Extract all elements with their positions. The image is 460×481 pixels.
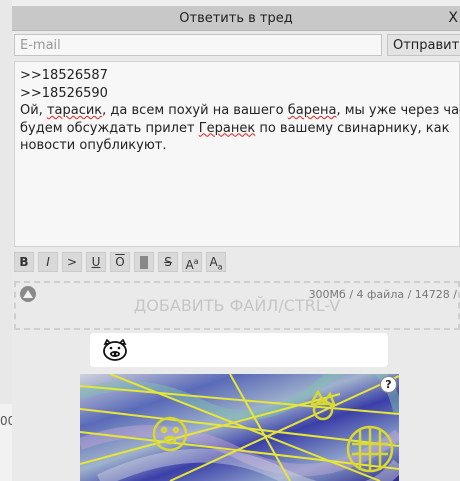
superscript-glyph: Aa — [185, 257, 199, 272]
message-line: >>18526587 — [20, 68, 108, 83]
spellcheck-word: барена — [287, 103, 337, 118]
underline-button[interactable]: U — [86, 252, 106, 272]
message-line: будем обсуждать прилет Геранек по вашему… — [20, 120, 450, 136]
spoiler-button[interactable] — [134, 252, 154, 272]
message-text: >>18526587 >>18526590 Ой, тарасик, да вс… — [20, 67, 460, 155]
italic-button[interactable]: I — [38, 252, 58, 272]
quote-button[interactable]: > — [62, 252, 82, 272]
overline-button[interactable]: O — [110, 252, 130, 272]
subscript-glyph: Aa — [209, 255, 223, 272]
bold-button[interactable]: B — [14, 252, 34, 272]
captcha-emoji-bar[interactable] — [90, 333, 388, 367]
message-line: >>18526590 — [20, 85, 108, 101]
message-line: новости опубликуют. — [20, 138, 167, 153]
send-button[interactable]: Отправить — [387, 34, 460, 56]
reply-form-title: Ответить в тред — [179, 11, 293, 26]
file-dropzone[interactable]: ДОБАВИТЬ ФАЙЛ/CTRL-V — [14, 281, 460, 330]
spellcheck-word: тарасик — [46, 103, 103, 118]
reply-form-titlebar[interactable]: Ответить в тред X — [12, 6, 460, 31]
reply-form-panel: Ответить в тред X Отправить >>18526587 >… — [12, 6, 460, 481]
superscript-button[interactable]: Aa — [182, 252, 202, 272]
help-icon[interactable]: ? — [380, 376, 397, 393]
email-field[interactable] — [14, 34, 382, 56]
subscript-button[interactable]: Aa — [206, 252, 226, 272]
captcha-image[interactable] — [80, 374, 399, 481]
message-textarea[interactable]: >>18526587 >>18526590 Ой, тарасик, да вс… — [14, 61, 460, 302]
spoiler-swatch — [140, 256, 148, 269]
strike-button[interactable]: S — [158, 252, 178, 272]
spellcheck-word: Геранек — [198, 120, 256, 136]
close-icon[interactable]: X — [448, 10, 458, 26]
message-line: Ой, тарасик, да всем похуй на вашего бар… — [20, 103, 460, 118]
pig-icon[interactable] — [102, 339, 128, 361]
